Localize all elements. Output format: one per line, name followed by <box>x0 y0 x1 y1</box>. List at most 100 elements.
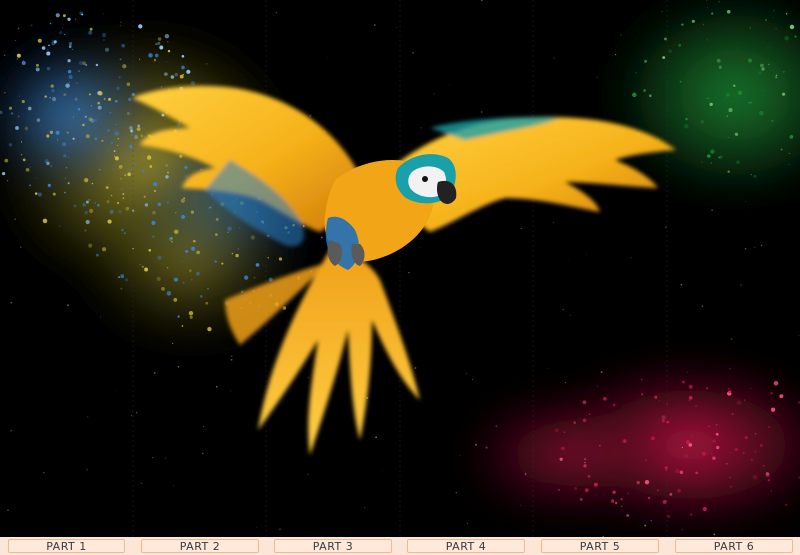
star-speck <box>680 283 683 286</box>
dust-particle <box>97 101 100 105</box>
dust-particle <box>97 204 100 207</box>
dust-particle <box>74 97 78 101</box>
dust-particle <box>775 74 778 77</box>
star-speck <box>743 399 746 401</box>
star-speck <box>740 284 742 286</box>
star-speck <box>219 236 221 239</box>
dust-particle <box>69 142 72 145</box>
dust-particle <box>180 198 185 203</box>
star-speck <box>167 40 169 43</box>
dust-particle <box>157 255 162 260</box>
dust-particle <box>67 17 71 21</box>
dust-particle <box>134 162 138 166</box>
dust-particle <box>730 452 732 454</box>
dust-particle <box>644 59 648 63</box>
star-speck <box>548 367 549 369</box>
dust-particle <box>166 200 170 204</box>
star-speck <box>414 367 417 369</box>
star-speck <box>644 524 647 527</box>
dust-particle <box>96 253 99 257</box>
dust-particle <box>685 117 688 121</box>
dust-particle <box>91 182 94 185</box>
dust-particle <box>20 141 23 143</box>
star-speck <box>99 316 102 318</box>
dust-particle <box>207 287 209 290</box>
star-speck <box>52 39 54 41</box>
star-speck <box>568 258 569 260</box>
dust-particle <box>101 139 104 142</box>
dust-particle <box>76 82 78 84</box>
dust-particle <box>62 14 66 18</box>
star-speck <box>471 379 473 381</box>
dust-particle <box>42 218 48 224</box>
dust-particle <box>114 131 119 136</box>
star-speck <box>725 462 728 465</box>
dust-particle <box>157 41 161 45</box>
dust-particle <box>161 113 165 117</box>
dust-particle <box>4 92 6 94</box>
dust-particle <box>758 71 762 75</box>
dust-particle <box>165 175 169 179</box>
dust-particle <box>64 191 66 194</box>
dust-particle <box>666 403 668 405</box>
dust-particle <box>767 479 770 482</box>
dust-particle <box>131 92 135 96</box>
dust-particle <box>67 59 71 63</box>
star-speck <box>151 212 153 214</box>
dust-particle <box>62 27 64 29</box>
dust-particle <box>789 135 794 139</box>
star-speck <box>753 246 756 249</box>
star-speck <box>201 285 203 287</box>
dust-particle <box>63 93 67 96</box>
dust-particle <box>574 487 577 490</box>
dust-particle <box>63 154 67 158</box>
dust-particle <box>582 418 587 423</box>
star-speck <box>466 522 468 524</box>
dust-particle <box>119 58 122 61</box>
dust-particle <box>664 37 667 41</box>
star-speck <box>320 236 323 239</box>
dust-particle <box>678 43 682 47</box>
dust-particle <box>221 262 224 265</box>
dust-particle <box>183 261 185 263</box>
dust-particle <box>29 184 32 187</box>
dust-particle <box>165 164 168 167</box>
dust-particle <box>68 45 72 48</box>
dust-particle <box>37 192 42 197</box>
dust-particle <box>760 63 764 68</box>
dust-particle <box>44 95 47 98</box>
dust-particle <box>726 10 731 14</box>
dust-particle <box>765 472 770 476</box>
dust-particle <box>149 165 153 168</box>
dust-particle <box>94 118 97 122</box>
dust-particle <box>160 86 163 88</box>
dust-particle <box>85 200 89 204</box>
dust-particle <box>50 84 54 88</box>
star-speck <box>520 504 522 507</box>
dust-particle <box>614 501 618 505</box>
dust-particle <box>173 298 178 302</box>
dust-particle <box>14 40 17 42</box>
dust-particle <box>78 60 83 66</box>
star-speck <box>42 471 45 474</box>
dust-particle <box>654 395 658 399</box>
dust-particle <box>773 9 775 12</box>
dust-particle <box>115 123 117 126</box>
dust-particle <box>114 99 118 103</box>
dust-particle <box>603 397 607 401</box>
dust-particle <box>105 186 109 189</box>
dust-particle <box>771 119 774 123</box>
dust-particle <box>188 310 194 316</box>
dust-particle <box>72 137 75 140</box>
dust-particle <box>181 54 185 58</box>
star-speck <box>713 533 716 536</box>
dust-particle <box>164 72 168 76</box>
dust-particle <box>184 174 189 179</box>
dust-particle <box>736 47 738 49</box>
star-speck <box>172 485 174 487</box>
dust-particle <box>785 503 788 506</box>
dust-particle <box>585 488 589 492</box>
star-speck <box>90 104 93 107</box>
star-speck <box>596 76 598 78</box>
dust-particle <box>74 18 77 20</box>
